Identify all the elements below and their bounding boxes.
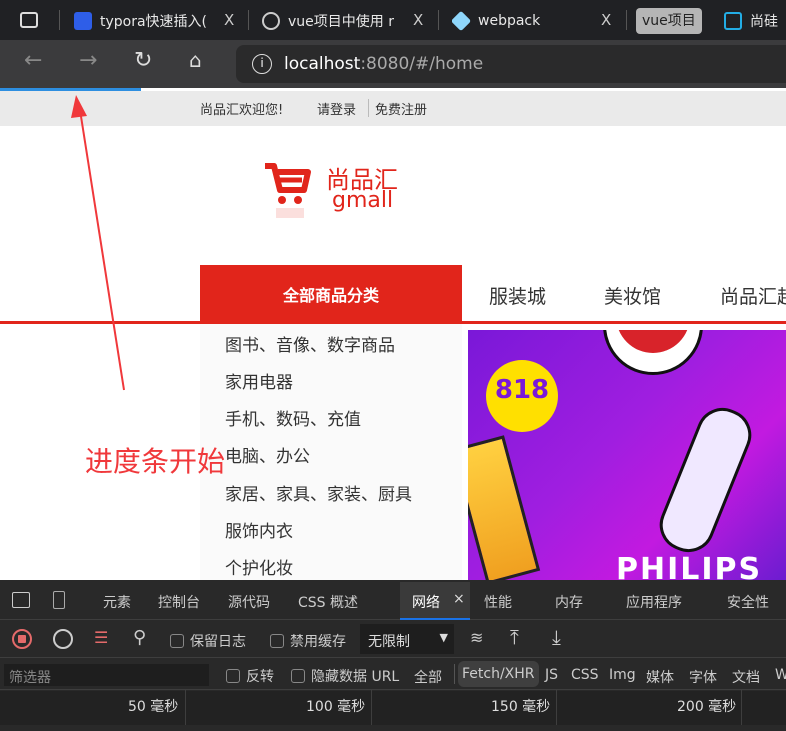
tab-console[interactable]: 控制台 [158, 592, 200, 612]
timeline-tick: 200 毫秒 [677, 699, 737, 715]
tab-application[interactable]: 应用程序 [626, 592, 682, 612]
type-filter-all[interactable]: 全部 [414, 667, 442, 687]
tab-network-label: 网络 [412, 595, 440, 611]
annotation-arrow [71, 95, 125, 391]
tab-elements[interactable]: 元素 [103, 592, 131, 612]
search-icon[interactable]: ⚲ [133, 627, 146, 648]
device-toggle-icon[interactable] [53, 591, 65, 609]
timeline-overview[interactable] [0, 691, 786, 725]
type-filter-ws[interactable]: W [775, 667, 786, 683]
preserve-log-checkbox[interactable]: 保留日志 [170, 631, 246, 651]
clear-icon[interactable] [53, 629, 73, 649]
type-filter-img[interactable]: Img [609, 667, 636, 683]
dropdown-arrow-icon: ▼ [439, 631, 448, 644]
type-filter-js[interactable]: JS [545, 667, 558, 683]
timeline-tick: 50 毫秒 [128, 699, 179, 715]
record-icon[interactable] [12, 629, 32, 649]
type-filter-media[interactable]: 媒体 [646, 667, 674, 687]
tab-memory[interactable]: 内存 [555, 592, 583, 612]
throttle-select[interactable]: 无限制 ▼ [360, 624, 454, 654]
divider [454, 664, 455, 684]
type-filter-css[interactable]: CSS [571, 667, 599, 683]
inspect-icon[interactable] [12, 592, 30, 608]
tab-performance[interactable]: 性能 [484, 592, 512, 612]
export-har-icon[interactable]: ⤓ [552, 625, 561, 649]
disable-cache-checkbox[interactable]: 禁用缓存 [270, 631, 346, 651]
type-filter-doc[interactable]: 文档 [732, 667, 760, 687]
hide-data-urls-checkbox[interactable]: 隐藏数据 URL [291, 666, 399, 686]
timeline-gridline [185, 690, 186, 725]
tab-sources[interactable]: 源代码 [228, 592, 270, 612]
timeline-gridline [741, 690, 742, 725]
tab-security[interactable]: 安全性 [727, 592, 769, 612]
filter-input[interactable]: 筛选器 [4, 664, 209, 686]
devtools-tab-row: 元素 控制台 源代码 CSS 概述 网络 × 性能 内存 应用程序 安全性 [0, 580, 786, 620]
tab-network[interactable]: 网络 × [400, 582, 470, 620]
invert-checkbox[interactable]: 反转 [226, 666, 274, 686]
timeline-gridline [371, 690, 372, 725]
devtools-panel: 元素 控制台 源代码 CSS 概述 网络 × 性能 内存 应用程序 安全性 ☰ … [0, 580, 786, 731]
filter-icon[interactable]: ☰ [94, 628, 108, 647]
timeline-tick: 100 毫秒 [306, 699, 366, 715]
tab-css-overview[interactable]: CSS 概述 [298, 592, 358, 612]
type-filter-fetch-xhr[interactable]: Fetch/XHR [458, 661, 539, 687]
filter-row: 筛选器 反转 隐藏数据 URL 全部 Fetch/XHR JS CSS Img … [0, 658, 786, 690]
network-toolbar: ☰ ⚲ 保留日志 禁用缓存 无限制 ▼ ≋ ⤒ ⤓ [0, 620, 786, 658]
type-filter-font[interactable]: 字体 [689, 667, 717, 687]
close-icon[interactable]: × [453, 591, 465, 607]
timeline-tick: 150 毫秒 [491, 699, 551, 715]
import-har-icon[interactable]: ⤒ [510, 625, 519, 649]
timeline-gridline [556, 690, 557, 725]
annotation-text: 进度条开始 [85, 445, 226, 478]
network-conditions-icon[interactable]: ≋ [470, 628, 483, 647]
